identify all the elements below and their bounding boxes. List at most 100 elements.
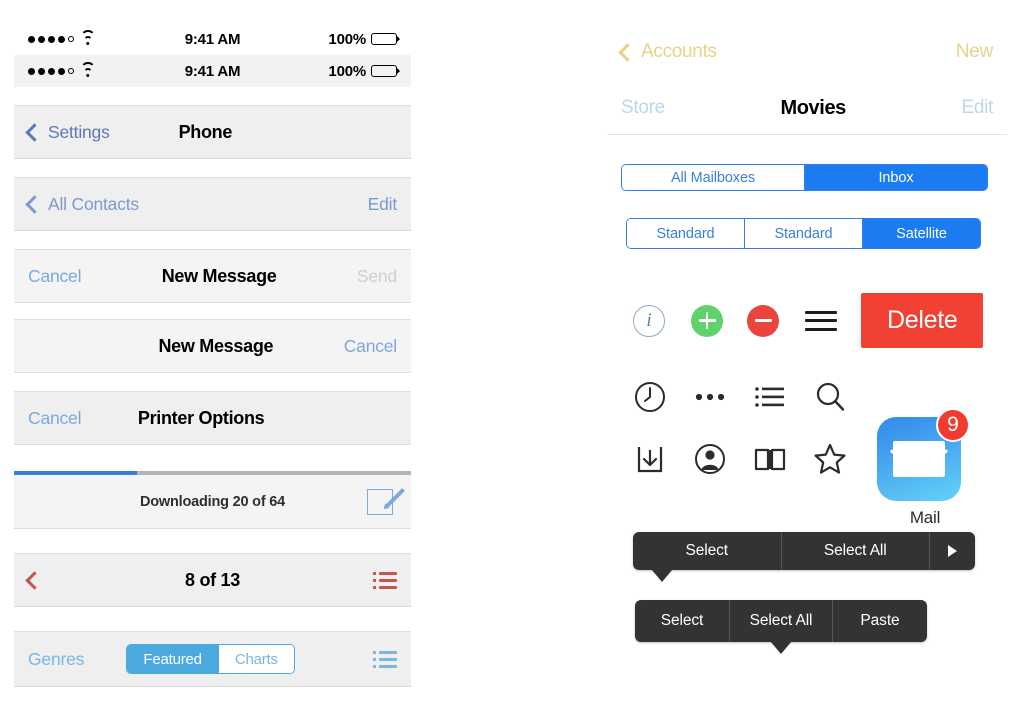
- segment-featured[interactable]: Featured: [127, 645, 218, 673]
- list-view-button[interactable]: [337, 571, 397, 589]
- cancel-button-right[interactable]: Cancel: [344, 336, 397, 357]
- navbar-new-message-send: Cancel New Message Send: [14, 249, 411, 303]
- chevron-left-icon: [25, 194, 44, 214]
- menu-item-select-all[interactable]: Select All: [780, 532, 930, 570]
- page-title: New Message: [161, 265, 277, 286]
- envelope-glyph: [890, 441, 948, 477]
- download-progress-bar: Downloading 20 of 64: [14, 471, 411, 529]
- back-button-label: Settings: [48, 121, 110, 142]
- signal-strength-dots: [28, 35, 74, 43]
- chevron-left-icon: [25, 570, 44, 590]
- cancel-button-label: Cancel: [343, 335, 397, 356]
- page-title: Printer Options: [137, 407, 265, 428]
- star-icon[interactable]: [813, 442, 847, 476]
- context-menu-tail: [770, 641, 792, 654]
- status-bar-time: 9:41 AM: [184, 30, 241, 48]
- delete-button[interactable]: Delete: [861, 293, 984, 348]
- edit-button-movies[interactable]: Edit: [961, 97, 993, 119]
- segment-standard-2[interactable]: Standard: [744, 219, 862, 248]
- new-button[interactable]: New: [956, 41, 993, 63]
- ellipsis-icon[interactable]: [693, 380, 727, 414]
- segmented-maps-wrap: Standard Standard Satellite: [607, 218, 1007, 249]
- app-icon-mail[interactable]: 9 Mail: [877, 408, 973, 528]
- download-status-label: Downloading 20 of 64: [139, 493, 286, 510]
- store-button[interactable]: Store: [621, 97, 665, 119]
- bulleted-list-icon[interactable]: [753, 380, 787, 414]
- mail-envelope-icon[interactable]: 9: [877, 408, 970, 501]
- badge-count: 9: [936, 408, 970, 442]
- battery-icon-2: [371, 65, 397, 77]
- segmented-mailboxes-wrap: All Mailboxes Inbox: [607, 164, 1007, 191]
- context-menu-select-selectall[interactable]: Select Select All: [633, 532, 975, 582]
- back-button-settings[interactable]: Settings: [25, 121, 110, 143]
- contact-circle-icon[interactable]: [693, 442, 727, 476]
- remove-circle-icon[interactable]: [747, 304, 779, 337]
- menu-item-select[interactable]: Select: [635, 600, 729, 642]
- status-bar-signal-group: [28, 30, 148, 45]
- back-button-label: Accounts: [641, 41, 717, 62]
- segment-charts[interactable]: Charts: [217, 645, 294, 673]
- menu-more-button[interactable]: [929, 532, 975, 570]
- context-menu-tail: [651, 569, 673, 582]
- back-button-pager[interactable]: [25, 570, 88, 590]
- navbar-pager: 8 of 13: [14, 553, 411, 607]
- list-view-button-genres[interactable]: [337, 650, 397, 668]
- page-title: New Message: [158, 335, 274, 356]
- info-circle-icon[interactable]: i: [633, 304, 665, 337]
- navbar-accounts: Accounts New: [607, 26, 1007, 78]
- back-button-accounts[interactable]: Accounts: [618, 41, 717, 63]
- edit-button[interactable]: Edit: [367, 193, 398, 215]
- cancel-button-printer[interactable]: Cancel: [28, 408, 81, 429]
- back-button-all-contacts[interactable]: All Contacts: [25, 193, 139, 215]
- status-bar-white: 9:41 AM 100%: [14, 23, 411, 55]
- reorder-handle-icon[interactable]: [805, 310, 837, 331]
- wifi-icon-2: [80, 62, 95, 77]
- menu-item-paste[interactable]: Paste: [831, 600, 927, 642]
- compose-icon[interactable]: [367, 487, 405, 517]
- segmented-control-mailboxes[interactable]: All Mailboxes Inbox: [621, 164, 988, 191]
- status-bar-battery-group-2: 100%: [277, 63, 397, 80]
- pager-title: 8 of 13: [185, 569, 240, 590]
- clock-icon[interactable]: [633, 380, 667, 414]
- battery-percent-label-2: 100%: [328, 62, 366, 80]
- navbar-divider: [607, 134, 1007, 135]
- edit-button-label: Edit: [367, 193, 398, 214]
- menu-item-select-all[interactable]: Select All: [729, 600, 832, 642]
- back-button-label: All Contacts: [48, 193, 139, 214]
- navbar-printer-options: Cancel Printer Options: [14, 391, 411, 445]
- segmented-control-maps[interactable]: Standard Standard Satellite: [626, 218, 981, 249]
- genres-button[interactable]: Genres: [28, 649, 84, 670]
- new-button-label: New: [955, 41, 993, 62]
- battery-icon: [371, 33, 397, 45]
- add-circle-icon[interactable]: [691, 304, 723, 337]
- navbar-movies: Store Movies Edit: [607, 82, 1007, 134]
- cancel-button-label: Cancel: [28, 407, 82, 428]
- search-icon[interactable]: [813, 380, 847, 414]
- edit-button-label: Edit: [961, 97, 993, 118]
- chevron-left-icon: [618, 42, 637, 62]
- chevron-right-icon: [948, 545, 957, 557]
- ios-ui-component-sheet: 9:41 AM 100% 9:41 AM 100% Settings Phone…: [0, 0, 1024, 708]
- download-status-row: Downloading 20 of 64: [14, 475, 411, 528]
- battery-percent-label: 100%: [328, 30, 366, 48]
- action-icons-row: i Delete: [607, 293, 1007, 348]
- send-button-label: Send: [356, 265, 397, 286]
- menu-item-select[interactable]: Select: [633, 532, 781, 570]
- open-book-icon[interactable]: [753, 442, 787, 476]
- signal-strength-dots-2: [28, 67, 74, 75]
- segment-standard-1[interactable]: Standard: [627, 219, 744, 248]
- left-column: 9:41 AM 100% 9:41 AM 100% Settings Phone…: [14, 0, 411, 687]
- right-column: Accounts New Store Movies Edit All Mailb…: [607, 0, 1007, 654]
- context-menu-select-selectall-paste[interactable]: Select Select All Paste: [635, 600, 927, 654]
- context-menu-1-wrap: Select Select All: [607, 532, 1007, 582]
- segment-satellite[interactable]: Satellite: [862, 219, 980, 248]
- segmented-control-genres[interactable]: Featured Charts: [126, 644, 295, 674]
- segment-all-mailboxes[interactable]: All Mailboxes: [622, 165, 804, 190]
- download-tray-icon[interactable]: [633, 442, 667, 476]
- context-menu-2-wrap: Select Select All Paste: [607, 600, 1007, 654]
- cancel-button-label: Cancel: [28, 265, 82, 286]
- status-bar-signal-group-2: [28, 62, 148, 77]
- cancel-button[interactable]: Cancel: [28, 266, 81, 287]
- segment-inbox[interactable]: Inbox: [804, 165, 987, 190]
- send-button-disabled: Send: [357, 266, 397, 287]
